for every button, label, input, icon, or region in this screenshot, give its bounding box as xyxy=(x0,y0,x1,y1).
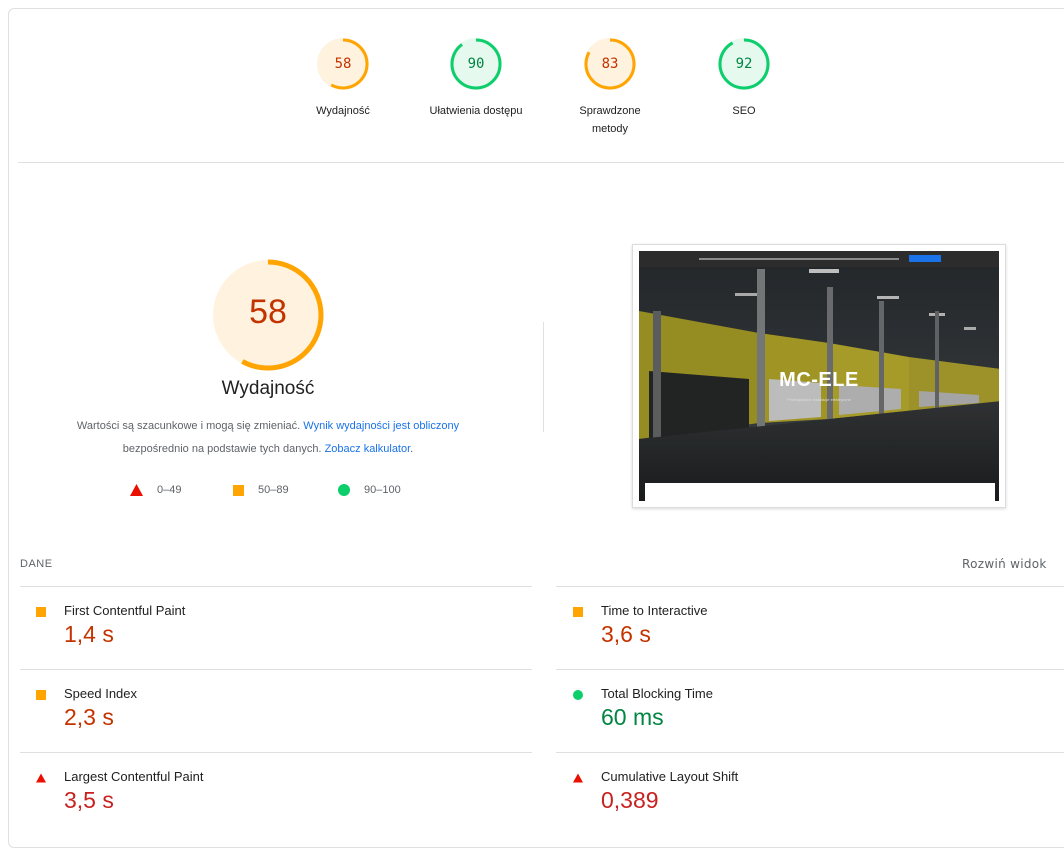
screenshot-image: MC-ELE Profesjonalne instalacje elektryc… xyxy=(639,251,999,501)
orange-square-icon xyxy=(36,690,46,700)
metric-time-to-interactive: Time to Interactive 3,6 s xyxy=(573,603,1043,673)
gauge-score: 83 xyxy=(601,56,619,72)
legend-range: 0–49 xyxy=(157,484,182,496)
gauge-performance[interactable]: 58 Wydajność xyxy=(283,36,403,120)
gauge-label: Ułatwienia dostępu xyxy=(429,105,523,117)
gauge-seo[interactable]: 92 SEO xyxy=(684,36,804,120)
performance-gauge: 58 xyxy=(209,256,327,374)
row-divider xyxy=(556,586,1064,587)
gauge-score: 58 xyxy=(334,56,352,72)
metric-speed-index: Speed Index 2,3 s xyxy=(36,686,506,756)
gauge-label: SEO xyxy=(732,105,756,117)
red-triangle-icon xyxy=(573,773,583,783)
performance-title: Wydajność xyxy=(221,378,315,399)
metric-name: Time to Interactive xyxy=(601,603,708,618)
orange-square-icon xyxy=(573,607,583,617)
screenshot-site-subtitle: Profesjonalne instalacje elektryczne xyxy=(787,397,851,402)
metrics-header-label: DANE xyxy=(20,558,53,570)
performance-score: 58 xyxy=(249,293,287,331)
gauge-best-practices[interactable]: 83 Sprawdzone metody xyxy=(550,36,670,138)
orange-square-icon xyxy=(36,607,46,617)
metric-value: 60 ms xyxy=(601,704,664,730)
score-calculation-link[interactable]: Wynik wydajności jest obliczony xyxy=(303,420,459,432)
metric-name: Largest Contentful Paint xyxy=(64,769,204,784)
desc-end: . xyxy=(410,443,414,455)
row-divider xyxy=(20,586,532,587)
metric-total-blocking-time: Total Blocking Time 60 ms xyxy=(573,686,1043,756)
performance-description: Wartości są szacunkowe i mogą się zmieni… xyxy=(50,415,486,461)
gauge-accessibility[interactable]: 90 Ułatwienia dostępu xyxy=(416,36,536,120)
screenshot-site-title: MC-ELE xyxy=(779,369,859,391)
red-triangle-icon xyxy=(36,773,46,783)
metric-value: 3,6 s xyxy=(601,621,651,647)
red-triangle-icon xyxy=(130,484,143,496)
metric-name: Speed Index xyxy=(64,686,138,701)
gauge-score: 92 xyxy=(735,56,753,72)
gauge-label: Wydajność xyxy=(316,105,370,117)
legend-item-fail: 0–49 xyxy=(130,484,181,496)
desc-text: Wartości są szacunkowe i mogą się zmieni… xyxy=(76,420,301,432)
metric-value: 3,5 s xyxy=(64,787,114,813)
metric-name: Total Blocking Time xyxy=(601,686,713,701)
metric-name: First Contentful Paint xyxy=(64,603,186,618)
legend-item-average: 50–89 xyxy=(233,484,289,496)
vertical-divider xyxy=(543,322,544,432)
metric-value: 1,4 s xyxy=(64,621,114,647)
green-circle-icon xyxy=(573,690,583,700)
expand-view-button[interactable]: Rozwiń widok xyxy=(962,557,1047,571)
metric-first-contentful-paint: First Contentful Paint 1,4 s xyxy=(36,603,506,673)
orange-square-icon xyxy=(233,484,244,496)
calculator-link[interactable]: Zobacz kalkulator xyxy=(325,443,411,455)
metric-name: Cumulative Layout Shift xyxy=(601,769,739,784)
page-screenshot: MC-ELE Profesjonalne instalacje elektryc… xyxy=(632,244,1006,508)
metric-value: 2,3 s xyxy=(64,704,114,730)
legend-item-pass: 90–100 xyxy=(338,484,401,496)
metric-value: 0,389 xyxy=(601,787,659,813)
legend-range: 90–100 xyxy=(364,484,401,496)
desc-text: bezpośrednio na podstawie tych danych. xyxy=(122,443,322,455)
section-divider xyxy=(18,162,1064,163)
gauge-label: Sprawdzone metody xyxy=(579,105,641,135)
category-gauges: 58 Wydajność 90 Ułatwienia dostępu 83 Sp… xyxy=(0,36,1064,156)
green-circle-icon xyxy=(338,484,350,496)
legend-range: 50–89 xyxy=(258,484,289,496)
gauge-score: 90 xyxy=(467,56,485,72)
